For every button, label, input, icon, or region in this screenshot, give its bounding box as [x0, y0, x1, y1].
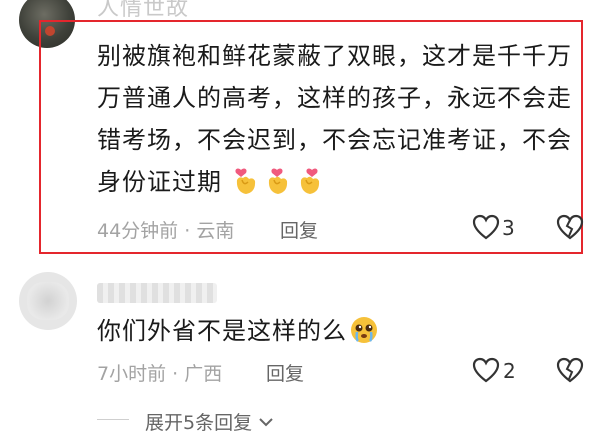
- comment-text: 你们外省不是这样的么: [97, 313, 379, 349]
- expand-replies-label: 展开5条回复: [145, 412, 253, 434]
- comment-meta: 7小时前 · 广西: [97, 359, 222, 386]
- reply-button[interactable]: 回复: [280, 216, 318, 243]
- broken-heart-icon: [556, 357, 584, 383]
- heart-icon: [472, 357, 500, 383]
- finger-heart-emoji-icon: [231, 166, 261, 196]
- dislike-button[interactable]: [556, 357, 584, 383]
- reply-button[interactable]: 回复: [266, 359, 304, 386]
- meta-separator: ·: [166, 363, 185, 385]
- broken-heart-icon: [556, 214, 584, 240]
- crying-face-emoji-icon: [349, 315, 379, 345]
- like-count: 2: [503, 359, 516, 383]
- expand-replies-button[interactable]: 展开5条回复: [145, 408, 274, 435]
- avatar[interactable]: [19, 272, 77, 330]
- heart-icon: [472, 214, 500, 240]
- location: 广西: [184, 363, 223, 385]
- meta-separator: ·: [178, 220, 197, 242]
- dislike-button[interactable]: [556, 214, 584, 240]
- username-blurred[interactable]: [97, 283, 217, 303]
- like-count: 3: [502, 216, 515, 240]
- finger-heart-emoji-icon: [295, 166, 325, 196]
- like-button[interactable]: [472, 214, 500, 240]
- timestamp: 44分钟前: [97, 220, 179, 242]
- timestamp: 7小时前: [97, 363, 167, 385]
- comment-meta: 44分钟前 · 云南: [97, 216, 234, 243]
- chevron-down-icon: [259, 418, 273, 427]
- like-button[interactable]: [472, 357, 500, 383]
- username[interactable]: 人情世故: [97, 0, 189, 22]
- comment-body: 别被旗袍和鲜花蒙蔽了双眼，这才是千千万万普通人的高考，这样的孩子，永远不会走错考…: [97, 42, 572, 196]
- divider: [97, 419, 129, 420]
- location: 云南: [196, 220, 235, 242]
- comment-text: 别被旗袍和鲜花蒙蔽了双眼，这才是千千万万普通人的高考，这样的孩子，永远不会走错考…: [97, 35, 582, 203]
- finger-heart-emoji-icon: [263, 166, 293, 196]
- comment-body: 你们外省不是这样的么: [97, 317, 347, 345]
